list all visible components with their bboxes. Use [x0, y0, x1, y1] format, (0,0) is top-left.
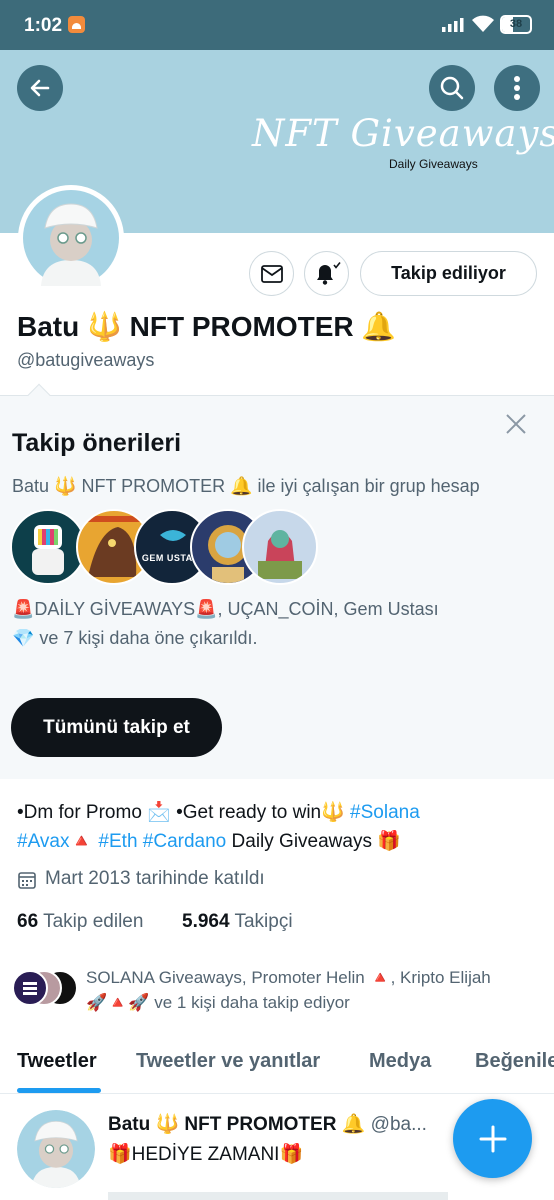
envelope-icon	[260, 264, 283, 283]
more-vertical-icon	[514, 76, 520, 100]
following-label: Takip edilen	[43, 911, 144, 932]
suggestions-subtitle: Batu 🔱 NFT PROMOTER 🔔 ile iyi çalışan bi…	[12, 476, 480, 496]
following-count-link[interactable]: 66 Takip edilen	[17, 911, 143, 933]
profile-handle: @batugiveaways	[17, 350, 155, 370]
followed-by-avatar-1	[12, 970, 48, 1006]
followers-count-link[interactable]: 5.964 Takipçi	[182, 911, 293, 933]
profile-tabs: Tweetler Tweetler ve yanıtlar Medya Beğe…	[0, 1030, 554, 1094]
joined-date: Mart 2013 tarihinde katıldı	[45, 868, 265, 889]
tweet-text: 🎁HEDİYE ZAMANI🎁	[108, 1144, 304, 1165]
tab-tweets-and-replies[interactable]: Tweetler ve yanıtlar	[136, 1050, 320, 1073]
following-button[interactable]: Takip ediliyor	[360, 251, 537, 296]
wifi-icon	[472, 15, 494, 32]
tab-media[interactable]: Medya	[369, 1050, 431, 1073]
status-bar: 1:02 38	[0, 0, 554, 50]
banner-subtitle: Daily Giveaways	[389, 157, 478, 171]
suggested-avatar-astronaut[interactable]	[10, 509, 86, 585]
plus-icon	[479, 1125, 506, 1152]
following-count: 66	[17, 911, 39, 932]
hashtag-avax[interactable]: #Avax	[17, 831, 69, 852]
following-button-label: Takip ediliyor	[391, 263, 506, 283]
avatar-image	[23, 190, 119, 286]
more-options-button[interactable]	[494, 65, 540, 111]
suggestions-title: Takip önerileri	[12, 429, 182, 457]
status-time: 1:02	[24, 15, 63, 36]
hashtag-solana[interactable]: #Solana	[350, 802, 420, 823]
next-tweet-peek	[108, 1192, 448, 1200]
back-button[interactable]	[17, 65, 63, 111]
message-button[interactable]	[249, 251, 294, 296]
bio-text: •Dm for Promo 📩 •Get ready to win🔱	[17, 802, 351, 823]
signal-icon	[442, 18, 464, 32]
followers-label: Takipçi	[234, 911, 293, 932]
back-arrow-icon	[30, 79, 50, 97]
notifications-button[interactable]	[304, 251, 349, 296]
tweet-author[interactable]: Batu 🔱 NFT PROMOTER 🔔	[108, 1114, 365, 1135]
suggestions-pointer	[27, 383, 51, 407]
follow-all-label: Tümünü takip et	[43, 716, 190, 738]
close-icon[interactable]	[505, 413, 527, 435]
tweet-handle: @ba...	[370, 1114, 427, 1135]
tab-likes[interactable]: Beğeniler	[475, 1050, 554, 1073]
follow-all-button[interactable]: Tümünü takip et	[11, 698, 222, 757]
profile-name: Batu 🔱 NFT PROMOTER 🔔	[17, 311, 397, 342]
tab-tweets[interactable]: Tweetler	[17, 1050, 97, 1073]
suggested-accounts-line1: 🚨DAİLY GİVEAWAYS🚨, UÇAN_COİN, Gem Ustası	[12, 599, 439, 619]
banner-script-title: NFT Giveaways	[252, 112, 554, 155]
search-button[interactable]	[429, 65, 475, 111]
bio-triangle: 🔺	[69, 831, 94, 852]
search-icon	[440, 76, 464, 100]
suggested-accounts-line2: 💎 ve 7 kişi daha öne çıkarıldı.	[12, 628, 258, 648]
followed-by-avatars[interactable]	[12, 970, 82, 1006]
app-notification-icon	[68, 16, 85, 33]
tweet-avatar[interactable]	[17, 1110, 95, 1188]
profile-bio: •Dm for Promo 📩 •Get ready to win🔱 #Sola…	[17, 798, 542, 856]
suggested-avatar-fantasy[interactable]	[242, 509, 318, 585]
battery-level: 38	[509, 18, 523, 30]
hashtag-eth-cardano[interactable]: #Eth #Cardano	[98, 831, 226, 852]
followed-by-line2: 🚀🔺🚀 ve 1 kişi daha takip ediyor	[86, 993, 350, 1012]
follow-suggestions-panel: Takip önerileri Batu 🔱 NFT PROMOTER 🔔 il…	[0, 383, 554, 779]
compose-tweet-button[interactable]	[453, 1099, 532, 1178]
suggested-avatars[interactable]: GEM USTASI	[10, 509, 320, 589]
tweet-header: Batu 🔱 NFT PROMOTER 🔔 @ba...	[108, 1112, 427, 1136]
followers-count: 5.964	[182, 911, 230, 932]
bio-tail: Daily Giveaways 🎁	[226, 831, 401, 852]
active-tab-indicator	[17, 1088, 101, 1093]
calendar-icon	[18, 872, 36, 889]
profile-avatar[interactable]	[18, 185, 124, 291]
bell-check-icon	[316, 261, 341, 285]
followed-by-line1: SOLANA Giveaways, Promoter Helin 🔺, Krip…	[86, 968, 491, 987]
battery-icon: 38	[500, 15, 532, 34]
